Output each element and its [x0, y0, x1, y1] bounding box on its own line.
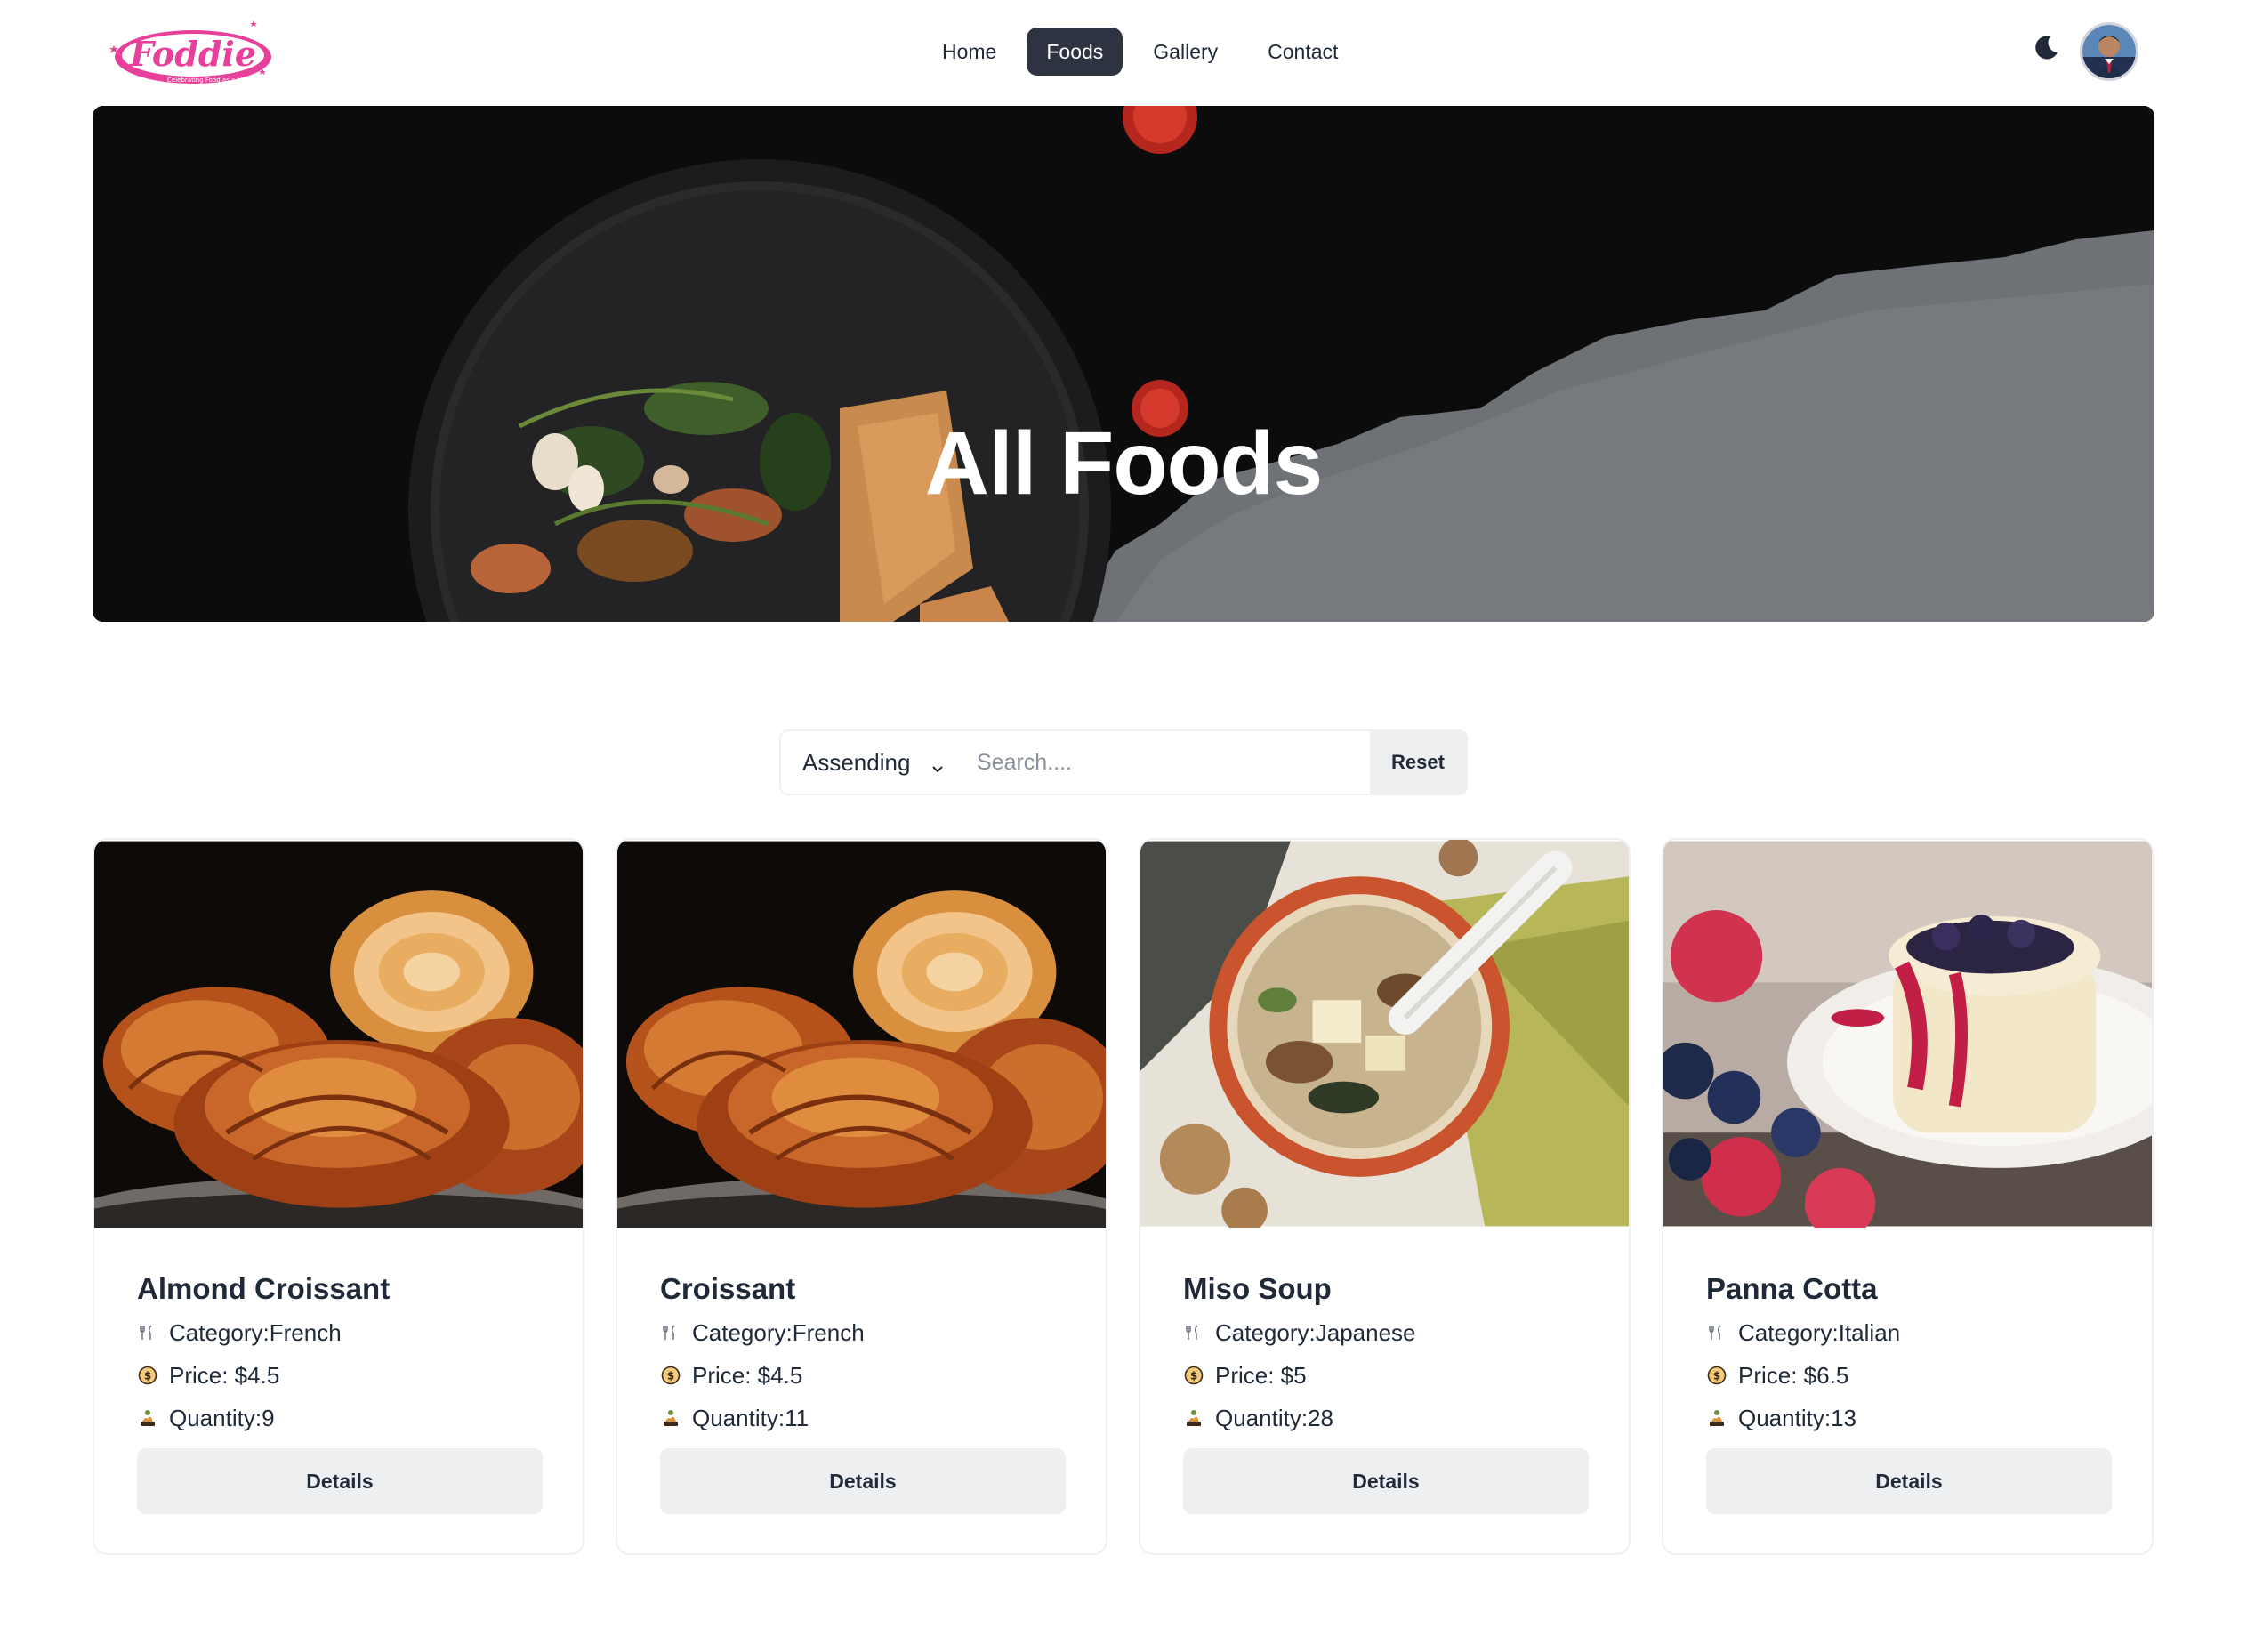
- food-quantity: Quantity: 28: [1183, 1397, 1592, 1439]
- food-price: $ Price: $6.5: [1706, 1354, 2115, 1397]
- food-card: Panna Cotta Category: Italian $ Price: $…: [1662, 838, 2154, 1555]
- svg-text:$: $: [667, 1370, 674, 1382]
- category-value: Japanese: [1315, 1318, 1416, 1346]
- nav-gallery[interactable]: Gallery: [1133, 28, 1237, 76]
- moon-icon[interactable]: [2028, 28, 2066, 66]
- category-value: Italian: [1838, 1318, 1901, 1346]
- user-avatar[interactable]: [2080, 22, 2138, 81]
- food-category: Category: Japanese: [1183, 1311, 1592, 1354]
- food-stack-icon: [1706, 1407, 1727, 1429]
- svg-text:Foddie: Foddie: [129, 34, 256, 74]
- card-body: Panna Cotta Category: Italian $ Price: $…: [1706, 1272, 2115, 1439]
- quantity-value: 11: [785, 1404, 809, 1431]
- price-value: 4.5: [770, 1361, 803, 1389]
- category-label: Category:: [692, 1318, 793, 1346]
- brand-logo[interactable]: Foddie Celebrating Food as a Lifestyle: [100, 11, 278, 91]
- quantity-label: Quantity:: [169, 1404, 262, 1431]
- category-label: Category:: [169, 1318, 270, 1346]
- food-card: Croissant Category: French $ Price: $4.5…: [616, 838, 1107, 1555]
- price-label: Price: $: [692, 1361, 771, 1389]
- food-stack-icon: [660, 1407, 681, 1429]
- search-input[interactable]: [959, 731, 1370, 794]
- food-card: Miso Soup Category: Japanese $ Price: $5…: [1139, 838, 1631, 1555]
- svg-text:$: $: [1190, 1370, 1197, 1382]
- category-label: Category:: [1738, 1318, 1839, 1346]
- food-image: [94, 840, 583, 1228]
- quantity-label: Quantity:: [1738, 1404, 1832, 1431]
- food-image: [617, 840, 1106, 1228]
- category-label: Category:: [1215, 1318, 1316, 1346]
- utensils-icon: [1183, 1322, 1204, 1343]
- hero-background-image: [93, 106, 2154, 622]
- details-button[interactable]: Details: [137, 1448, 543, 1514]
- food-stack-icon: [1183, 1407, 1204, 1429]
- card-body: Miso Soup Category: Japanese $ Price: $5…: [1183, 1272, 1592, 1439]
- price-label: Price: $: [1738, 1361, 1817, 1389]
- food-image: [1663, 840, 2152, 1228]
- utensils-icon: [1706, 1322, 1727, 1343]
- quantity-label: Quantity:: [1215, 1404, 1309, 1431]
- quantity-value: 9: [262, 1404, 275, 1431]
- card-body: Croissant Category: French $ Price: $4.5…: [660, 1272, 1069, 1439]
- category-value: French: [269, 1318, 342, 1346]
- nav-home[interactable]: Home: [922, 28, 1016, 76]
- food-quantity: Quantity: 11: [660, 1397, 1069, 1439]
- nav-links: Home Foods Gallery Contact: [922, 28, 1357, 76]
- details-button[interactable]: Details: [1183, 1448, 1589, 1514]
- svg-text:$: $: [144, 1370, 151, 1382]
- quantity-value: 13: [1831, 1404, 1856, 1431]
- price-label: Price: $: [1215, 1361, 1294, 1389]
- chevron-down-icon: [930, 754, 945, 782]
- food-card-grid: Almond Croissant Category: French $ Pric…: [93, 838, 2154, 1555]
- food-name: Miso Soup: [1183, 1272, 1332, 1305]
- filter-bar: Assending Reset: [779, 729, 1468, 795]
- dollar-coin-icon: $: [660, 1365, 681, 1386]
- food-category: Category: French: [137, 1311, 546, 1354]
- price-value: 6.5: [1816, 1361, 1849, 1389]
- food-card: Almond Croissant Category: French $ Pric…: [93, 838, 584, 1555]
- food-price: $ Price: $5: [1183, 1354, 1592, 1397]
- details-button[interactable]: Details: [1706, 1448, 2112, 1514]
- sort-select[interactable]: Assending: [781, 731, 959, 794]
- nav-foods[interactable]: Foods: [1027, 28, 1123, 76]
- card-body: Almond Croissant Category: French $ Pric…: [137, 1272, 546, 1439]
- food-stack-icon: [137, 1407, 158, 1429]
- food-category: Category: French: [660, 1311, 1069, 1354]
- food-image: [1140, 840, 1629, 1228]
- utensils-icon: [660, 1322, 681, 1343]
- price-value: 5: [1293, 1361, 1307, 1389]
- svg-text:Celebrating Food as a Lifestyl: Celebrating Food as a Lifestyle: [167, 77, 263, 84]
- dollar-coin-icon: $: [1183, 1365, 1204, 1386]
- food-quantity: Quantity: 9: [137, 1397, 546, 1439]
- food-name: Almond Croissant: [137, 1272, 391, 1305]
- quantity-value: 28: [1308, 1404, 1333, 1431]
- nav-contact[interactable]: Contact: [1248, 28, 1357, 76]
- food-category: Category: Italian: [1706, 1311, 2115, 1354]
- reset-button[interactable]: Reset: [1370, 731, 1466, 794]
- food-price: $ Price: $4.5: [660, 1354, 1069, 1397]
- details-button[interactable]: Details: [660, 1448, 1066, 1514]
- page-title: All Foods: [924, 414, 1324, 513]
- food-name: Croissant: [660, 1272, 796, 1305]
- sort-select-value: Assending: [802, 748, 911, 776]
- food-quantity: Quantity: 13: [1706, 1397, 2115, 1439]
- quantity-label: Quantity:: [692, 1404, 785, 1431]
- food-price: $ Price: $4.5: [137, 1354, 546, 1397]
- food-name: Panna Cotta: [1706, 1272, 1878, 1305]
- utensils-icon: [137, 1322, 158, 1343]
- price-value: 4.5: [247, 1361, 280, 1389]
- category-value: French: [792, 1318, 865, 1346]
- dollar-coin-icon: $: [1706, 1365, 1727, 1386]
- price-label: Price: $: [169, 1361, 248, 1389]
- hero-banner: All Foods: [93, 106, 2154, 622]
- navbar: Foddie Celebrating Food as a Lifestyle H…: [0, 0, 2255, 105]
- dollar-coin-icon: $: [137, 1365, 158, 1386]
- svg-text:$: $: [1713, 1370, 1720, 1382]
